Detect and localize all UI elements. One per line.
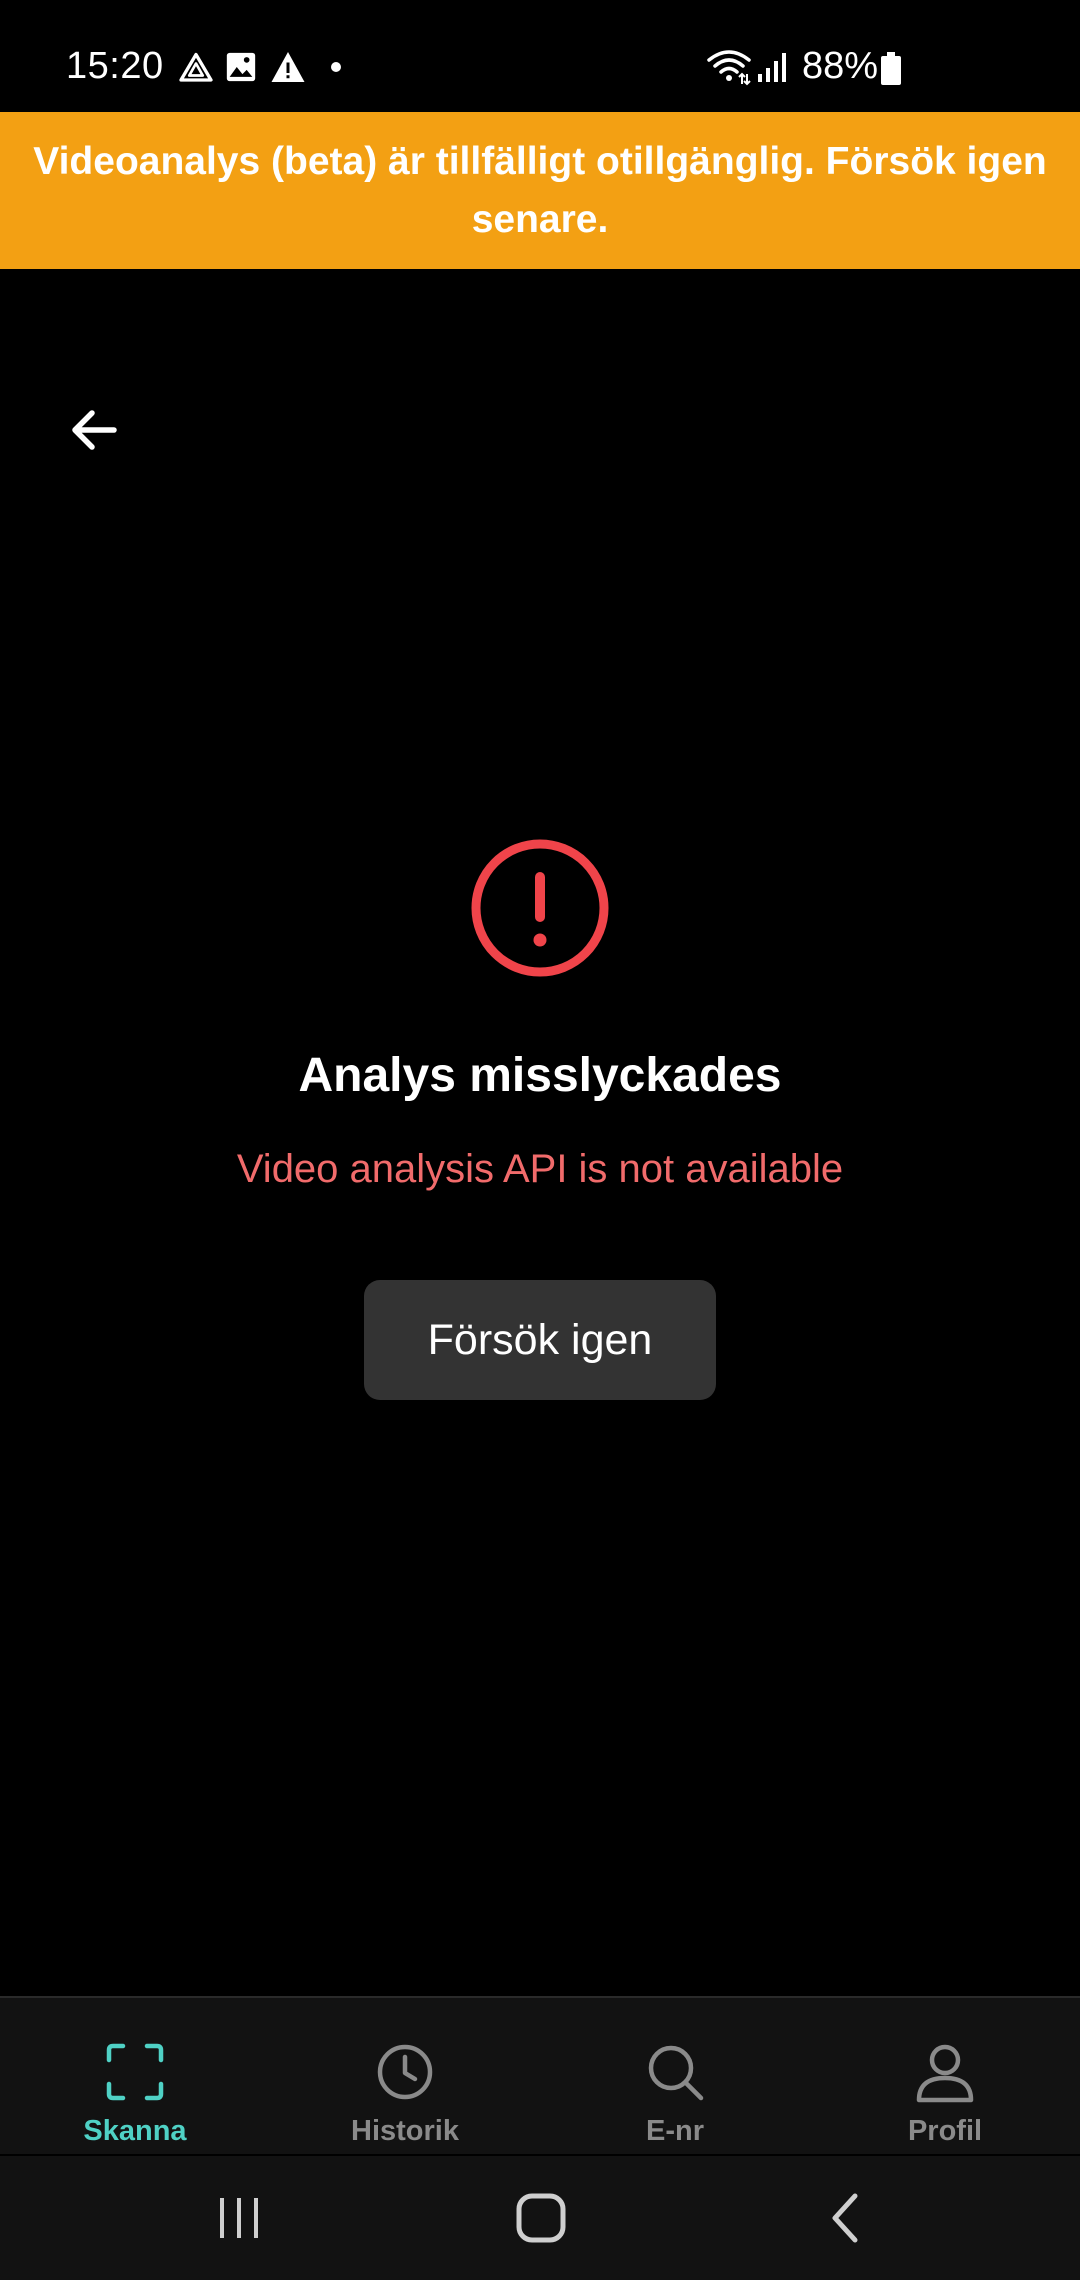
back-button[interactable] <box>60 396 128 464</box>
signal-icon <box>756 50 790 89</box>
status-time: 15:20 <box>66 45 164 87</box>
banner-text: Videoanalys (beta) är tillfälligt otillg… <box>33 139 1047 241</box>
user-icon <box>916 2044 974 2103</box>
dot-icon <box>330 60 342 78</box>
exclamation-circle-icon <box>470 838 610 978</box>
nav-item-e-nr[interactable]: E-nr <box>540 1998 810 2154</box>
nav-label-e-nr: E-nr <box>646 2115 704 2147</box>
battery-percentage: 88% <box>802 45 879 87</box>
nav-item-profil[interactable]: Profil <box>810 1998 1080 2154</box>
arrow-left-icon <box>72 410 117 450</box>
drive-icon <box>178 50 214 91</box>
warning-banner: Videoanalys (beta) är tillfälligt otillg… <box>0 112 1080 269</box>
warning-icon <box>270 50 306 89</box>
nav-label-skanna: Skanna <box>83 2115 187 2147</box>
error-title: Analys misslyckades <box>298 1049 782 1102</box>
scan-icon <box>106 2043 164 2101</box>
nav-item-skanna[interactable]: Skanna <box>0 1998 270 2154</box>
search-icon <box>648 2045 704 2101</box>
battery-icon <box>880 52 902 91</box>
home-icon <box>516 2193 566 2243</box>
nav-label-profil: Profil <box>907 2115 983 2147</box>
clock-icon <box>377 2044 433 2100</box>
error-message: Video analysis API is not available <box>236 1147 844 1191</box>
recent-apps-icon <box>220 2198 258 2238</box>
nav-item-historik[interactable]: Historik <box>270 1998 540 2154</box>
nav-label-historik: Historik <box>351 2115 459 2147</box>
bottom-nav: Skanna Historik E-nr Profil <box>0 1996 1080 2154</box>
retry-button[interactable]: Försök igen <box>364 1280 716 1400</box>
image-icon <box>224 50 258 89</box>
system-nav-bar <box>0 2156 1080 2280</box>
back-icon <box>832 2193 858 2243</box>
system-back-button[interactable] <box>800 2176 890 2260</box>
recent-apps-button[interactable] <box>194 2176 284 2260</box>
status-bar: 15:20 88% <box>0 0 1080 112</box>
home-button[interactable] <box>496 2176 586 2260</box>
wifi-icon <box>706 48 752 91</box>
